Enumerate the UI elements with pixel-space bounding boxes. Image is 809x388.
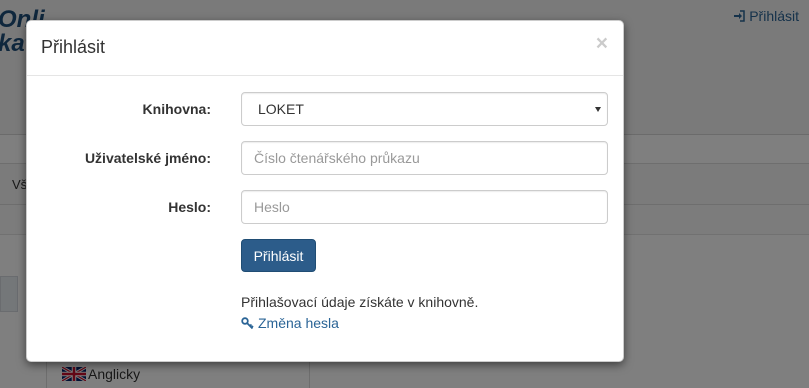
modal-header: Přihlásit × xyxy=(27,21,623,76)
password-row: Heslo: xyxy=(27,190,625,224)
chevron-down-icon xyxy=(595,107,601,112)
login-submit-button[interactable]: Přihlásit xyxy=(241,239,316,272)
close-icon[interactable]: × xyxy=(596,33,608,54)
modal-title: Přihlásit xyxy=(41,37,106,57)
username-label: Uživatelské jméno: xyxy=(84,150,211,166)
change-password-link[interactable]: Změna hesla xyxy=(241,315,339,331)
library-label: Knihovna: xyxy=(142,101,211,117)
change-password-label: Změna hesla xyxy=(258,315,339,331)
password-label: Heslo: xyxy=(168,199,211,215)
login-info-text: Přihlašovací údaje získáte v knihovně. xyxy=(241,294,479,310)
username-row: Uživatelské jméno: xyxy=(27,141,625,175)
key-icon xyxy=(241,316,254,329)
login-modal: Přihlásit × Knihovna: LOKET Uživatelské … xyxy=(26,20,624,362)
username-input[interactable] xyxy=(241,141,608,175)
password-input[interactable] xyxy=(241,190,608,224)
library-selected-value: LOKET xyxy=(258,101,304,117)
library-row: Knihovna: LOKET xyxy=(27,92,625,126)
library-select[interactable]: LOKET xyxy=(241,92,608,126)
